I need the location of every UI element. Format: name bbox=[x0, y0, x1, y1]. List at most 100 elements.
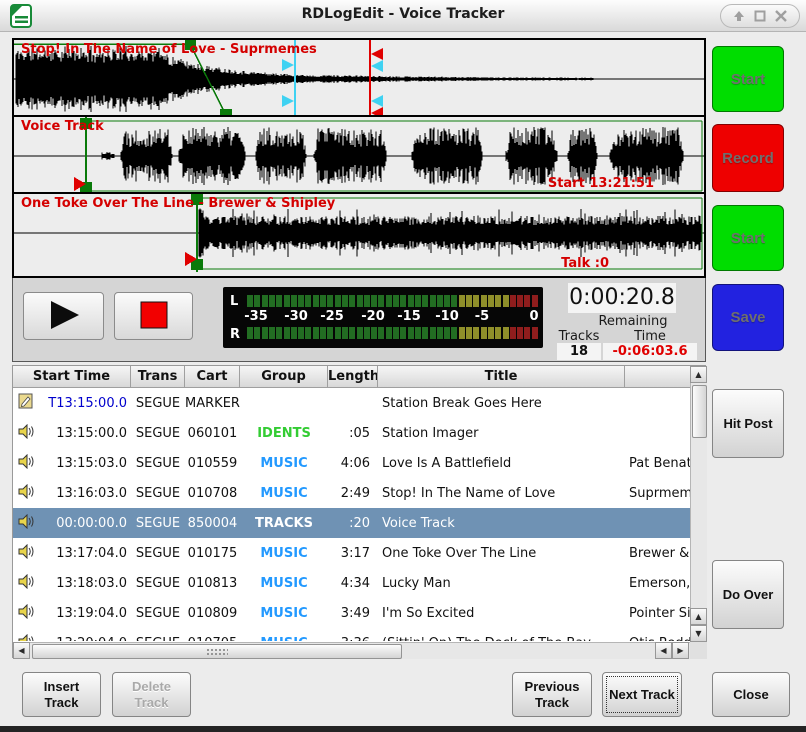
track-talk-annotation: Talk :0 bbox=[561, 256, 609, 271]
cell-trans: SEGUE bbox=[131, 426, 185, 441]
play-icon bbox=[47, 299, 81, 334]
meter-segment bbox=[262, 295, 268, 307]
meter-segment bbox=[481, 327, 487, 339]
cell-start-time: 13:20:04.0 bbox=[39, 636, 131, 642]
meter-segment bbox=[371, 327, 377, 339]
column-header-start-time[interactable]: Start Time bbox=[13, 366, 131, 388]
meter-segment bbox=[517, 327, 523, 339]
meter-scale-label: -20 bbox=[361, 309, 385, 324]
cell-title: Stop! In The Name of Love bbox=[378, 486, 625, 501]
play-button[interactable] bbox=[23, 292, 104, 340]
speaker-icon bbox=[13, 604, 39, 623]
scroll-left-button[interactable] bbox=[13, 642, 30, 659]
cell-cart: 010813 bbox=[185, 576, 240, 591]
scroll-up-button-bottom[interactable] bbox=[690, 608, 707, 625]
meter-segment bbox=[451, 295, 457, 307]
column-header-length[interactable]: Length bbox=[328, 366, 378, 388]
log-table-row[interactable]: 13:16:03.0SEGUE010708MUSIC2:49Stop! In T… bbox=[13, 478, 690, 508]
close-window-icon[interactable] bbox=[775, 7, 787, 26]
save-button[interactable]: Save bbox=[712, 284, 784, 351]
scroll-down-button[interactable] bbox=[690, 625, 707, 642]
meter-segment bbox=[349, 327, 355, 339]
log-table-row[interactable]: 13:15:00.0SEGUE060101IDENTS:05Station Im… bbox=[13, 418, 690, 448]
maximize-window-icon[interactable] bbox=[754, 7, 766, 26]
close-button[interactable]: Close bbox=[712, 672, 790, 717]
horizontal-scrollbar[interactable] bbox=[13, 642, 690, 659]
cell-cart: 010175 bbox=[185, 546, 240, 561]
cell-start-time: 13:19:04.0 bbox=[39, 606, 131, 621]
start-previous-button[interactable]: Start bbox=[712, 46, 784, 112]
cell-title: One Toke Over The Line bbox=[378, 546, 625, 561]
scroll-up-button[interactable] bbox=[690, 366, 707, 383]
waveform-track-previous[interactable]: Stop! In The Name of Love - Suprmemes bbox=[14, 40, 704, 117]
cell-length: 3:17 bbox=[328, 546, 378, 561]
insert-track-button[interactable]: Insert Track bbox=[22, 672, 101, 717]
meter-segment bbox=[335, 295, 341, 307]
meter-segment bbox=[422, 295, 428, 307]
meter-scale-label: -5 bbox=[475, 309, 489, 324]
log-table-row[interactable]: 00:00:00.0SEGUE850004TRACKS:20Voice Trac… bbox=[13, 508, 690, 538]
title-bar[interactable]: RDLogEdit - Voice Tracker bbox=[0, 0, 806, 32]
meter-segment bbox=[291, 295, 297, 307]
meter-segment bbox=[459, 327, 465, 339]
cell-title: Love Is A Battlefield bbox=[378, 456, 625, 471]
cell-trans: SEGUE bbox=[131, 456, 185, 471]
hit-post-button[interactable]: Hit Post bbox=[712, 389, 784, 458]
scroll-right-button[interactable] bbox=[672, 642, 689, 659]
vertical-scrollbar-thumb[interactable] bbox=[692, 385, 707, 438]
meter-segment bbox=[495, 327, 501, 339]
cell-group: MUSIC bbox=[240, 636, 328, 642]
cell-title: Station Imager bbox=[378, 426, 625, 441]
meter-scale-label: 0 bbox=[529, 309, 538, 324]
waveform-track-voice[interactable]: Voice Track Start 13:21:51 bbox=[14, 117, 704, 194]
meter-segment bbox=[459, 295, 465, 307]
waveform-track-next[interactable]: One Toke Over The Line - Brewer & Shiple… bbox=[14, 194, 704, 272]
meter-segment bbox=[437, 295, 443, 307]
meter-segment bbox=[473, 327, 479, 339]
cell-cart: 850004 bbox=[185, 516, 240, 531]
log-table-row[interactable]: 13:17:04.0SEGUE010175MUSIC3:17One Toke O… bbox=[13, 538, 690, 568]
column-header-extra[interactable] bbox=[625, 366, 690, 388]
delete-track-button[interactable]: Delete Track bbox=[112, 672, 191, 717]
start-next-button[interactable]: Start bbox=[712, 205, 784, 271]
horizontal-scrollbar-thumb[interactable] bbox=[32, 644, 402, 659]
previous-track-button[interactable]: Previous Track bbox=[512, 672, 592, 717]
speaker-icon bbox=[13, 634, 39, 642]
meter-segment bbox=[451, 327, 457, 339]
record-button[interactable]: Record bbox=[712, 124, 784, 192]
meter-segment bbox=[262, 327, 268, 339]
log-table-row[interactable]: T13:15:00.0SEGUEMARKERStation Break Goes… bbox=[13, 388, 690, 418]
speaker-icon bbox=[13, 484, 39, 503]
vertical-scrollbar[interactable] bbox=[690, 366, 707, 642]
stop-button[interactable] bbox=[114, 292, 193, 340]
column-header-group[interactable]: Group bbox=[240, 366, 328, 388]
log-table-row[interactable]: 13:19:04.0SEGUE010809MUSIC3:49I'm So Exc… bbox=[13, 598, 690, 628]
meter-segment bbox=[510, 327, 516, 339]
cell-cart: 010708 bbox=[185, 486, 240, 501]
log-table-row[interactable]: 13:15:03.0SEGUE010559MUSIC4:06Love Is A … bbox=[13, 448, 690, 478]
log-table-row[interactable]: 13:20:04.0SEGUE010705MUSIC3:36(Sittin' O… bbox=[13, 628, 690, 641]
cell-trans: SEGUE bbox=[131, 636, 185, 642]
time-remaining-value: -0:06:03.6 bbox=[603, 343, 697, 360]
cell-group: MUSIC bbox=[240, 486, 328, 501]
column-header-trans[interactable]: Trans bbox=[131, 366, 185, 388]
meter-segment bbox=[393, 295, 399, 307]
track-label: One Toke Over The Line - Brewer & Shiple… bbox=[21, 196, 335, 211]
meter-segment bbox=[503, 327, 509, 339]
meter-segment bbox=[364, 327, 370, 339]
scroll-left-button-right[interactable] bbox=[655, 642, 672, 659]
window-bottom-edge bbox=[0, 726, 806, 732]
meter-segment bbox=[378, 327, 384, 339]
column-header-cart[interactable]: Cart bbox=[185, 366, 240, 388]
meter-segment bbox=[320, 327, 326, 339]
cell-artist: Pat Benatar bbox=[625, 456, 690, 471]
column-header-title[interactable]: Title bbox=[378, 366, 625, 388]
shade-window-icon[interactable] bbox=[733, 7, 745, 26]
meter-segment bbox=[305, 295, 311, 307]
do-over-button[interactable]: Do Over bbox=[712, 560, 784, 629]
next-track-button[interactable]: Next Track bbox=[602, 672, 682, 717]
meter-segment bbox=[276, 327, 282, 339]
log-table-row[interactable]: 13:18:03.0SEGUE010813MUSIC4:34Lucky ManE… bbox=[13, 568, 690, 598]
meter-segment bbox=[298, 327, 304, 339]
cell-length: 4:34 bbox=[328, 576, 378, 591]
